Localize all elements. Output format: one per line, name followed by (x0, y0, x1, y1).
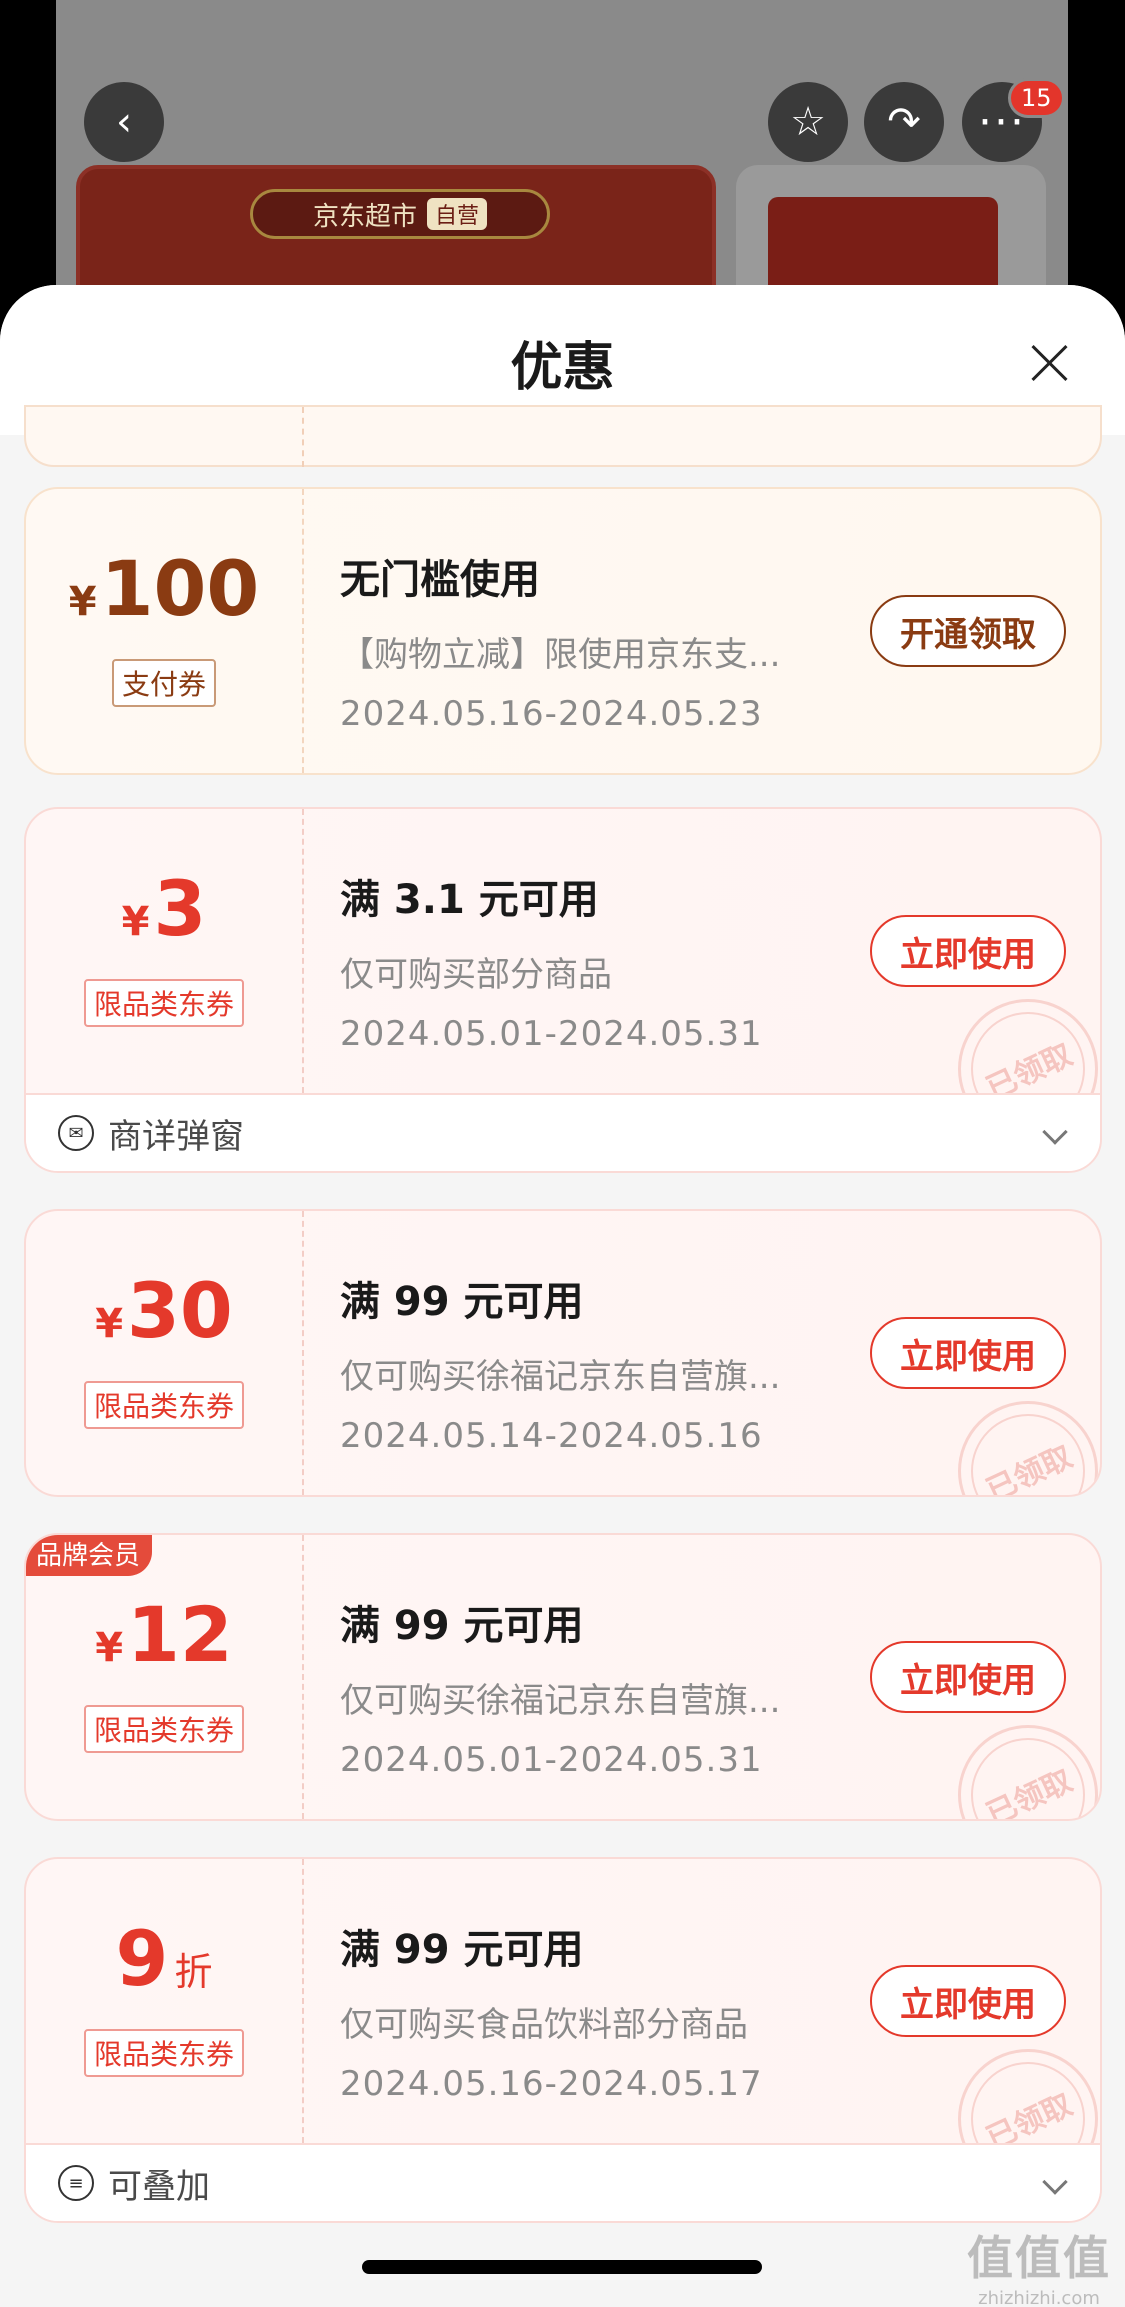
home-indicator[interactable] (362, 2260, 762, 2274)
coupon-info: 满 99 元可用 仅可购买徐福记京东自营旗... 2024.05.01-2024… (340, 1593, 860, 1780)
coupon-description: 仅可购买徐福记京东自营旗... (340, 1681, 781, 1721)
coupon-info: 满 3.1 元可用 仅可购买部分商品 2024.05.01-2024.05.31 (340, 867, 860, 1054)
use-now-button[interactable]: 立即使用 (870, 1641, 1066, 1713)
coupon-date-range: 2024.05.01-2024.05.31 (340, 1740, 763, 1780)
watermark-logo: 值值值 (967, 2231, 1111, 2285)
currency-symbol: ¥ (121, 899, 150, 945)
coupon-card: 9 折 限品类东券 满 99 元可用 仅可购买食品饮料部分商品 2024.05.… (24, 1857, 1102, 2223)
store-brand-pill: 京东超市 自营 (250, 189, 550, 239)
coupon-info: 满 99 元可用 仅可购买食品饮料部分商品 2024.05.16-2024.05… (340, 1917, 860, 2104)
coupon-date-range: 2024.05.01-2024.05.31 (340, 1014, 763, 1054)
coupon-type-tag: 限品类东券 (83, 979, 245, 1027)
use-now-button[interactable]: 立即使用 (870, 1317, 1066, 1389)
coupon-condition: 无门槛使用 (340, 557, 540, 603)
discount-suffix: 折 (174, 1950, 213, 1994)
coupon-description: 仅可购买徐福记京东自营旗... (340, 1357, 781, 1397)
coupon-amount-area: ¥ 3 限品类东券 (26, 809, 302, 1093)
coupon-type-tag: 限品类东券 (83, 2029, 245, 2077)
use-now-button[interactable]: 立即使用 (870, 1965, 1066, 2037)
store-brand-name: 京东超市 (312, 201, 417, 232)
coupon-description: 【购物立减】限使用京东支... (340, 635, 781, 675)
close-icon[interactable] (1030, 343, 1070, 383)
coupon-info: 满 99 元可用 仅可购买徐福记京东自营旗... 2024.05.14-2024… (340, 1269, 860, 1456)
coupon-amount: 3 (153, 864, 207, 953)
coupon-footer-row[interactable]: ✉ 商详弹窗 (26, 1093, 1100, 1171)
background-product-page: ‹ ☆ ↷ ··· 15 京东超市 自营 (56, 0, 1068, 320)
coupon-amount-area: 9 折 限品类东券 (26, 1859, 302, 2143)
currency-symbol: ¥ (68, 579, 97, 625)
coupon-divider (302, 1535, 304, 1819)
coupon-card: ¥ 100 支付券 无门槛使用 【购物立减】限使用京东支... 2024.05.… (24, 487, 1102, 775)
coupon-condition: 满 99 元可用 (340, 1279, 584, 1325)
previous-coupon-edge (24, 405, 1102, 467)
coupon-card: ¥ 3 限品类东券 满 3.1 元可用 仅可购买部分商品 2024.05.01-… (24, 807, 1102, 1173)
coupon-condition: 满 3.1 元可用 (340, 877, 599, 923)
site-watermark: 值值值 zhizhizhi.com (967, 2222, 1111, 2307)
stack-icon: ≡ (58, 2165, 94, 2201)
coupon-date-range: 2024.05.14-2024.05.16 (340, 1416, 763, 1456)
ticket-icon: ✉ (58, 1115, 94, 1151)
share-button[interactable]: ↷ (864, 82, 944, 162)
coupon-date-range: 2024.05.16-2024.05.23 (340, 694, 763, 734)
coupon-date-range: 2024.05.16-2024.05.17 (340, 2064, 763, 2104)
currency-symbol: ¥ (95, 1301, 124, 1347)
coupon-divider (302, 1211, 304, 1495)
favorite-button[interactable]: ☆ (768, 82, 848, 162)
watermark-url: zhizhizhi.com (978, 2288, 1100, 2307)
coupon-condition: 满 99 元可用 (340, 1927, 584, 1973)
coupon-description: 仅可购买食品饮料部分商品 (340, 2005, 748, 2045)
coupon-sheet: 优惠 ¥ 100 支付券 无门槛使用 【购物立减】限使用京东支... 2024.… (0, 285, 1125, 2307)
coupon-type-tag: 限品类东券 (83, 1381, 245, 1429)
brand-member-tag: 品牌会员 (26, 1535, 153, 1576)
claimed-stamp: 已领取 (958, 1401, 1098, 1497)
activate-claim-button[interactable]: 开通领取 (870, 595, 1066, 667)
claimed-stamp-text: 已领取 (981, 1439, 1078, 1497)
claimed-stamp: 已领取 (958, 1725, 1098, 1821)
coupon-divider (302, 489, 304, 773)
more-badge: 15 (1008, 78, 1065, 118)
sheet-title: 优惠 (510, 338, 615, 398)
coupon-condition: 满 99 元可用 (340, 1603, 584, 1649)
star-icon: ☆ (790, 99, 826, 145)
coupon-divider (302, 1859, 304, 2143)
claimed-stamp-text: 已领取 (981, 1763, 1078, 1821)
coupon-amount-area: ¥ 30 限品类东券 (26, 1211, 302, 1495)
coupon-card: ¥ 30 限品类东券 满 99 元可用 仅可购买徐福记京东自营旗... 2024… (24, 1209, 1102, 1497)
chevron-left-icon: ‹ (116, 99, 132, 145)
coupon-type-tag: 限品类东券 (83, 1705, 245, 1753)
coupon-amount: 12 (127, 1590, 233, 1679)
chevron-down-icon[interactable] (1042, 1119, 1068, 1145)
coupon-info: 无门槛使用 【购物立减】限使用京东支... 2024.05.16-2024.05… (340, 547, 860, 734)
coupon-amount-area: ¥ 12 限品类东券 (26, 1535, 302, 1819)
coupon-amount: 30 (127, 1266, 233, 1355)
coupon-amount-area: ¥ 100 支付券 (26, 489, 302, 773)
use-now-button[interactable]: 立即使用 (870, 915, 1066, 987)
coupon-type-tag: 支付券 (111, 659, 217, 707)
coupon-description: 仅可购买部分商品 (340, 955, 612, 995)
share-arrow-icon: ↷ (887, 99, 921, 145)
self-operated-tag: 自营 (427, 198, 488, 230)
coupon-footer-row[interactable]: ≡ 可叠加 (26, 2143, 1100, 2221)
coupon-amount: 100 (100, 544, 260, 633)
coupon-card: ¥ 12 限品类东券 满 99 元可用 仅可购买徐福记京东自营旗... 2024… (24, 1533, 1102, 1821)
coupon-amount: 9 (115, 1914, 169, 2003)
currency-symbol: ¥ (95, 1625, 124, 1671)
back-button[interactable]: ‹ (84, 82, 164, 162)
coupon-footer-label: 可叠加 (108, 2166, 210, 2207)
coupon-divider (302, 809, 304, 1093)
coupon-footer-label: 商详弹窗 (108, 1116, 244, 1157)
chevron-down-icon[interactable] (1042, 2169, 1068, 2195)
